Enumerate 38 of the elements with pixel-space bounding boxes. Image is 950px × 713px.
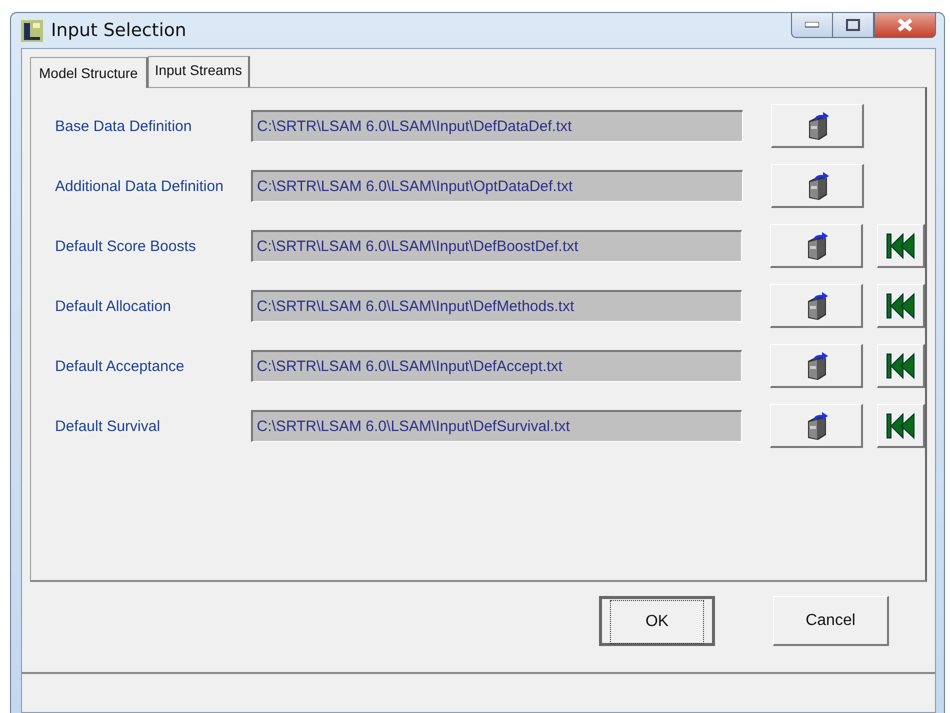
browse-button[interactable] [770,224,864,268]
field-label: Additional Data Definition [55,178,224,194]
path-field[interactable]: C:\SRTR\LSAM 6.0\LSAM\Input\DefBoostDef.txt [250,230,742,262]
field-label: Default Survival [55,418,162,434]
maximize-button[interactable] [832,12,874,38]
maximize-icon [846,19,860,31]
window-title: Input Selection [51,20,186,41]
reset-button[interactable] [877,224,925,268]
browse-button[interactable] [771,104,864,148]
minimize-icon [805,22,819,28]
path-field[interactable]: C:\SRTR\LSAM 6.0\LSAM\Input\DefSurvival.txt [250,410,742,442]
browse-button[interactable] [771,164,864,208]
field-label: Default Acceptance [55,358,186,374]
minimize-button[interactable] [791,12,832,38]
reset-button[interactable] [877,344,925,388]
field-label: Base Data Definition [55,118,193,134]
path-field[interactable]: C:\SRTR\LSAM 6.0\LSAM\Input\DefMethods.txt [250,290,742,322]
browse-button[interactable] [770,344,864,388]
tab[interactable]: Input Streams [148,56,250,87]
close-button[interactable] [874,12,936,38]
reset-button[interactable] [877,284,925,328]
tab[interactable]: Model Structure [30,57,148,88]
field-label: Default Score Boosts [55,238,197,254]
path-field[interactable]: C:\SRTR\LSAM 6.0\LSAM\Input\OptDataDef.txt [251,170,743,202]
app-logo-icon [21,20,43,42]
dialog-button[interactable]: OK [599,596,715,646]
path-field[interactable]: C:\SRTR\LSAM 6.0\LSAM\Input\DefAccept.txt [250,350,742,382]
field-label: Default Allocation [55,298,172,314]
rewind-icon [886,292,916,318]
browse-button[interactable] [770,284,864,328]
rewind-icon [886,352,916,378]
close-icon [897,18,913,32]
path-field[interactable]: C:\SRTR\LSAM 6.0\LSAM\Input\DefDataDef.txt [251,110,743,142]
rewind-icon [886,232,916,258]
reset-button[interactable] [877,404,925,448]
dialog-button[interactable]: Cancel [773,596,889,646]
rewind-icon [886,412,916,438]
browse-button[interactable] [770,404,864,448]
